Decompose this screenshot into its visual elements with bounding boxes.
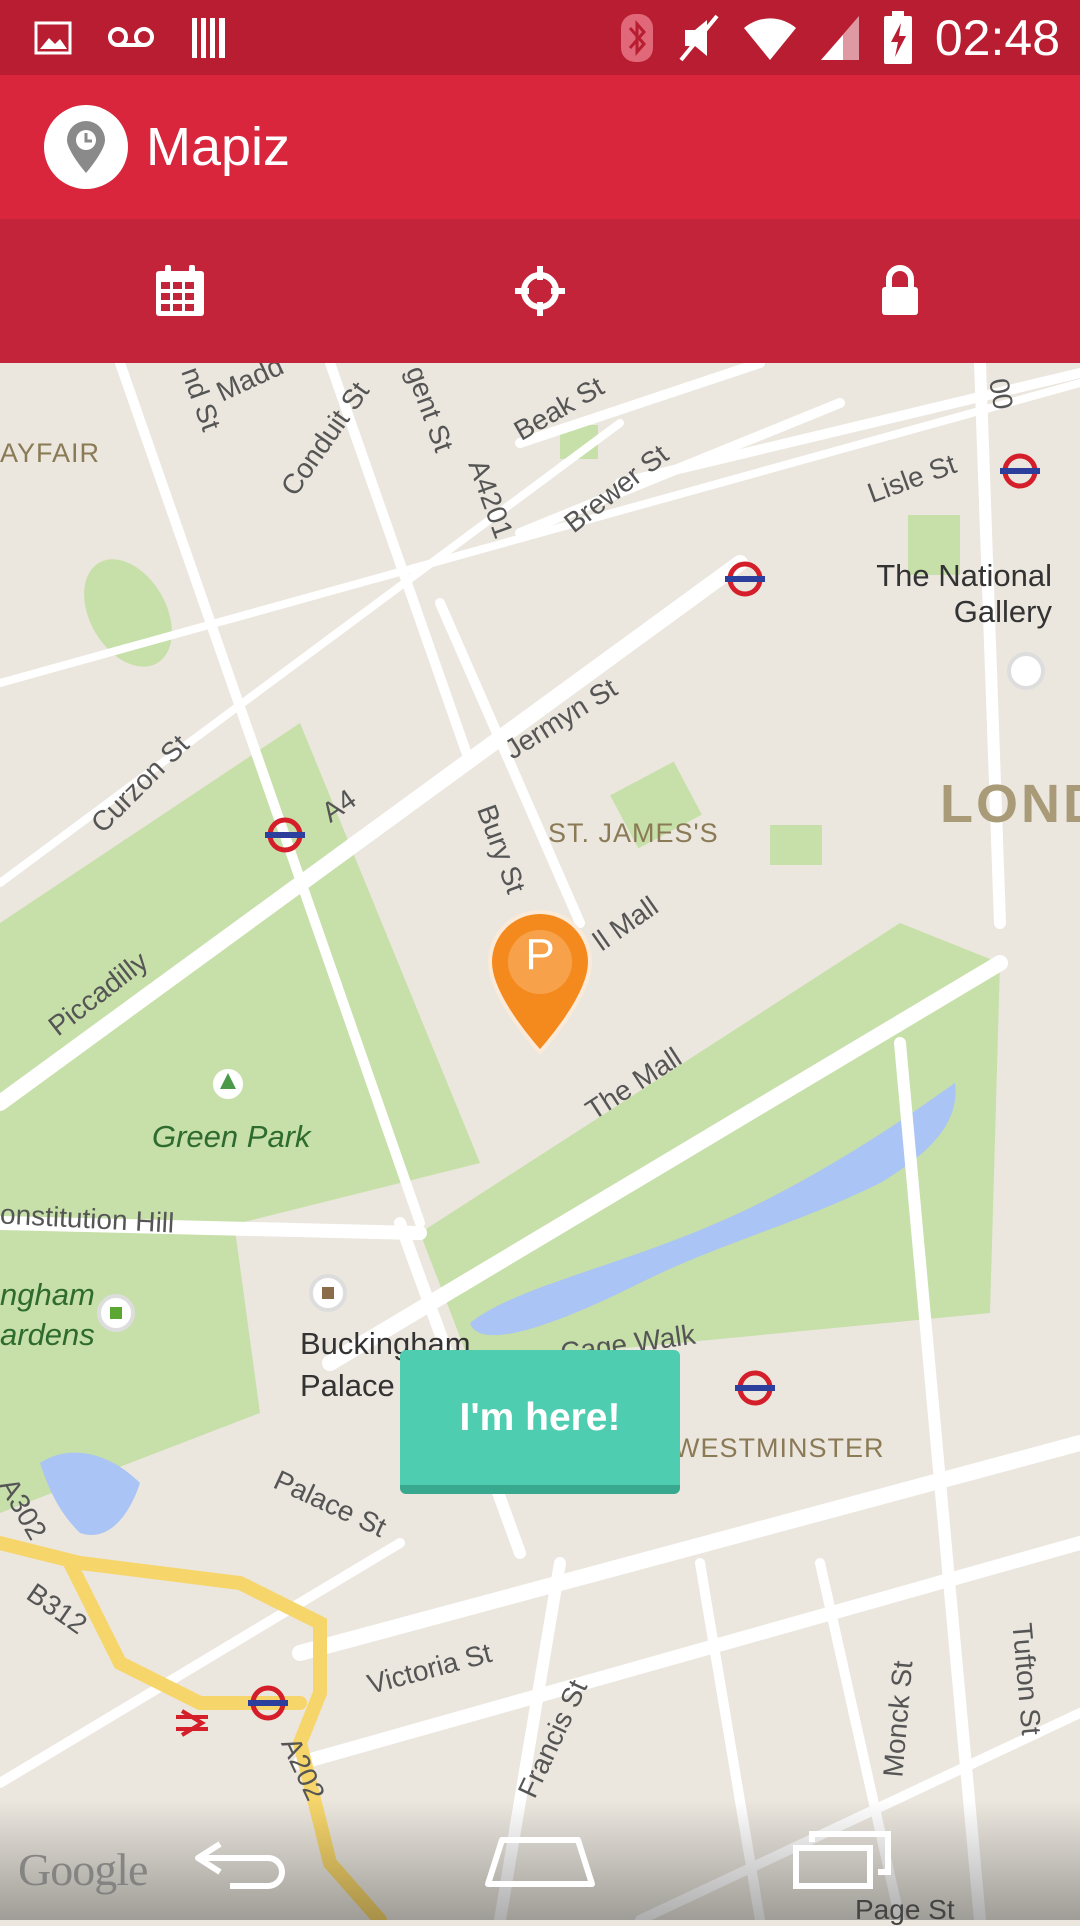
- crosshair-icon: [515, 266, 565, 316]
- back-icon[interactable]: [190, 1830, 290, 1890]
- barcode-icon: [192, 18, 225, 58]
- voicemail-icon: [108, 27, 154, 47]
- label-page-st: Page St: [855, 1894, 955, 1925]
- location-marker[interactable]: P: [486, 906, 594, 1055]
- app-bar: Mapiz: [0, 75, 1080, 219]
- tab-locate[interactable]: [360, 219, 720, 363]
- app-logo[interactable]: [44, 105, 128, 189]
- map-pin-icon: [67, 121, 105, 173]
- navigation-bar: Google Page St: [0, 1800, 1080, 1925]
- label-green-park: Green Park: [152, 1119, 311, 1154]
- home-icon[interactable]: [484, 1830, 596, 1890]
- tab-bar: [0, 219, 1080, 363]
- battery-charging-icon: [883, 11, 912, 64]
- label-national-gallery: The National Gallery: [876, 558, 1052, 629]
- app-title: Mapiz: [146, 117, 291, 177]
- status-bar: 02:48: [0, 0, 1080, 75]
- tab-calendar[interactable]: [0, 219, 360, 363]
- im-here-button[interactable]: I'm here!: [400, 1350, 680, 1494]
- recents-icon[interactable]: [790, 1830, 894, 1890]
- clock: 02:48: [934, 10, 1060, 66]
- mute-icon: [679, 14, 719, 62]
- image-icon: [34, 21, 72, 55]
- signal-icon: [820, 16, 859, 60]
- bluetooth-icon: [620, 14, 653, 62]
- wifi-icon: [743, 18, 796, 60]
- marker-letter: P: [525, 930, 555, 979]
- google-attribution: Google: [18, 1844, 148, 1895]
- calendar-icon: [156, 265, 204, 316]
- label-mayfair: AYFAIR: [0, 438, 101, 468]
- status-left-icons: [34, 16, 228, 60]
- label-westminster: WESTMINSTER: [674, 1433, 885, 1463]
- map-view[interactable]: AYFAIR Conduit St Madd nd St gent St Bea…: [0, 363, 1080, 1920]
- lock-icon: [882, 265, 918, 315]
- label-palace-gardens: ngham ardens: [0, 1277, 95, 1352]
- label-st-jamess: ST. JAMES'S: [548, 818, 719, 848]
- label-london: LOND: [940, 774, 1080, 834]
- status-right-icons: 02:48: [619, 8, 1060, 68]
- map-marker-icon: [487, 910, 593, 1055]
- label-a400: 00: [983, 375, 1020, 412]
- tab-lock[interactable]: [720, 219, 1080, 363]
